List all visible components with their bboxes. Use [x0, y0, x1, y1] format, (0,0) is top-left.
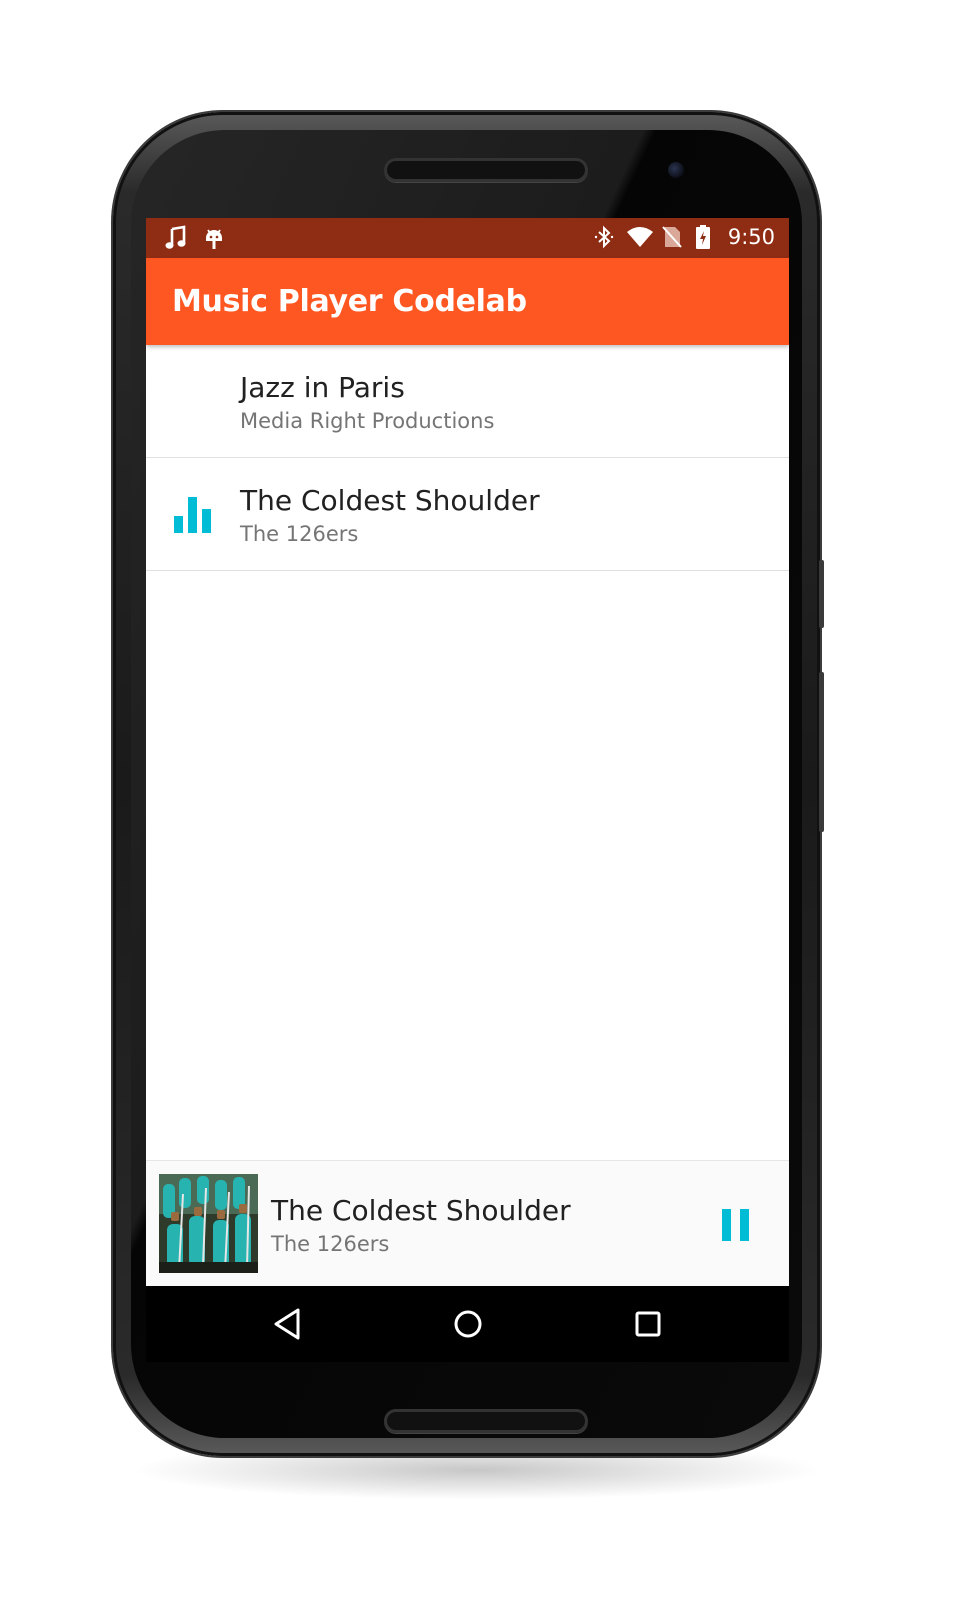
android-debug-icon	[202, 225, 226, 251]
pause-icon	[706, 1209, 766, 1253]
volume-button	[819, 672, 824, 832]
app-title: Music Player Codelab	[172, 284, 527, 319]
track-list: Jazz in Paris Media Right Productions Th…	[146, 345, 789, 571]
back-icon	[268, 1308, 308, 1348]
recents-icon	[628, 1311, 668, 1348]
track-artist: Media Right Productions	[240, 409, 495, 433]
track-item[interactable]: The Coldest Shoulder The 126ers	[146, 458, 789, 571]
navigation-bar	[146, 1286, 789, 1362]
now-playing-artist: The 126ers	[271, 1232, 390, 1256]
bottom-speaker	[384, 1409, 588, 1433]
status-bar: 9:50	[146, 218, 789, 258]
pause-button[interactable]	[706, 1201, 766, 1249]
power-button	[819, 560, 824, 628]
top-speaker	[384, 158, 588, 182]
phone-screen: 9:50 Music Player Codelab Jazz in Paris …	[146, 218, 789, 1362]
now-playing-title: The Coldest Shoulder	[271, 1194, 571, 1227]
home-button[interactable]	[448, 1304, 488, 1344]
track-title: The Coldest Shoulder	[240, 484, 540, 517]
front-camera	[668, 162, 684, 178]
music-note-icon	[164, 225, 188, 251]
equalizer-icon	[172, 496, 214, 536]
now-playing-bar[interactable]: The Coldest Shoulder The 126ers	[146, 1160, 789, 1287]
track-title: Jazz in Paris	[240, 371, 405, 404]
battery-charging-icon	[694, 224, 718, 250]
back-button[interactable]	[268, 1304, 308, 1344]
album-art	[159, 1174, 258, 1273]
home-icon	[448, 1310, 488, 1348]
status-time: 9:50	[727, 225, 775, 249]
no-sim-icon	[660, 224, 684, 250]
recents-button[interactable]	[628, 1304, 668, 1344]
track-item[interactable]: Jazz in Paris Media Right Productions	[146, 345, 789, 458]
wifi-icon	[626, 224, 653, 250]
bluetooth-icon	[592, 224, 616, 250]
track-artist: The 126ers	[240, 522, 359, 546]
app-bar: Music Player Codelab	[146, 258, 789, 345]
